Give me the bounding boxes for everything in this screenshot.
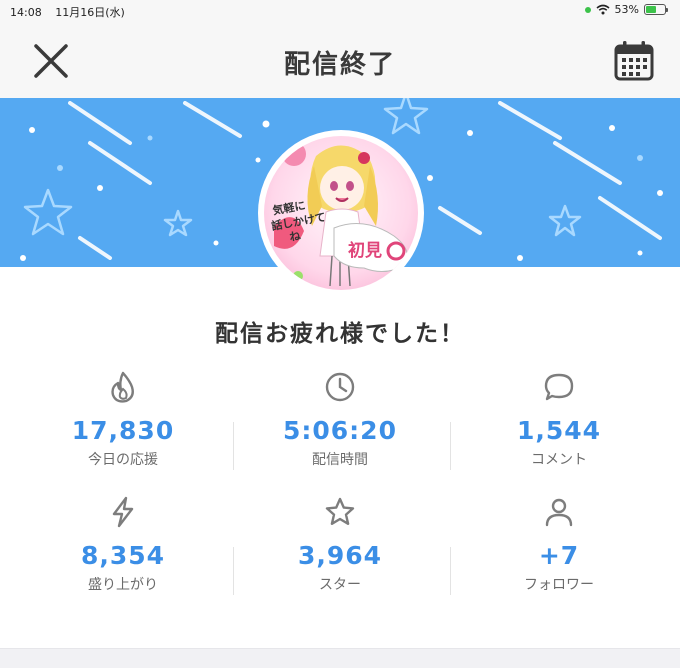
avatar-illustration: 初見 気軽に 話しかけて ね [270, 142, 408, 287]
stat-value: 3,964 [297, 541, 383, 570]
stat-label: コメント [531, 452, 587, 468]
user-icon [545, 498, 573, 527]
battery-icon [644, 4, 668, 15]
stat-label: 盛り上がり [88, 577, 158, 593]
clock-icon [325, 372, 355, 402]
stat-value: 8,354 [80, 541, 166, 570]
status-date: 11月16日(水) [55, 6, 125, 19]
stat-stars: 3,964 スター [227, 495, 453, 594]
stat-label: 今日の応援 [88, 452, 158, 468]
avatar-text-hatsumi: 初見 [348, 240, 382, 261]
mic-indicator-icon [584, 6, 591, 13]
avatar[interactable]: 初見 気軽に 話しかけて ね [258, 130, 424, 296]
avatar-text-kigaru-3: ね [289, 229, 302, 244]
status-bar: 14:08 11月16日(水) 53% [0, 0, 680, 22]
stat-value: 5:06:20 [283, 416, 397, 445]
bottom-section [0, 648, 680, 668]
star-icon [325, 497, 355, 525]
wifi-icon [596, 4, 610, 15]
stat-label: 配信時間 [312, 452, 368, 468]
lightning-icon [112, 496, 134, 528]
avatar-image: 初見 気軽に 話しかけて ね [264, 136, 418, 290]
flame-icon [111, 371, 134, 403]
header: 配信終了 [0, 22, 680, 98]
calendar-icon[interactable] [612, 39, 656, 83]
stat-comments: 1,544 コメント [446, 370, 672, 469]
battery-percent: 53% [614, 3, 639, 16]
stat-followers: +7 フォロワー [446, 495, 672, 594]
stat-excitement: 8,354 盛り上がり [10, 495, 236, 594]
thanks-message: 配信お疲れ様でした！ [215, 321, 465, 347]
stat-value: 17,830 [71, 416, 175, 445]
status-time: 14:08 [10, 6, 42, 19]
stat-label: フォロワー [524, 577, 594, 593]
stat-value: 1,544 [516, 416, 602, 445]
stat-value: +7 [538, 541, 580, 570]
stat-support: 17,830 今日の応援 [10, 370, 236, 469]
stat-stream-time: 5:06:20 配信時間 [227, 370, 453, 469]
stat-label: スター [319, 577, 361, 593]
comment-icon [544, 373, 574, 401]
page-title: 配信終了 [283, 50, 396, 80]
